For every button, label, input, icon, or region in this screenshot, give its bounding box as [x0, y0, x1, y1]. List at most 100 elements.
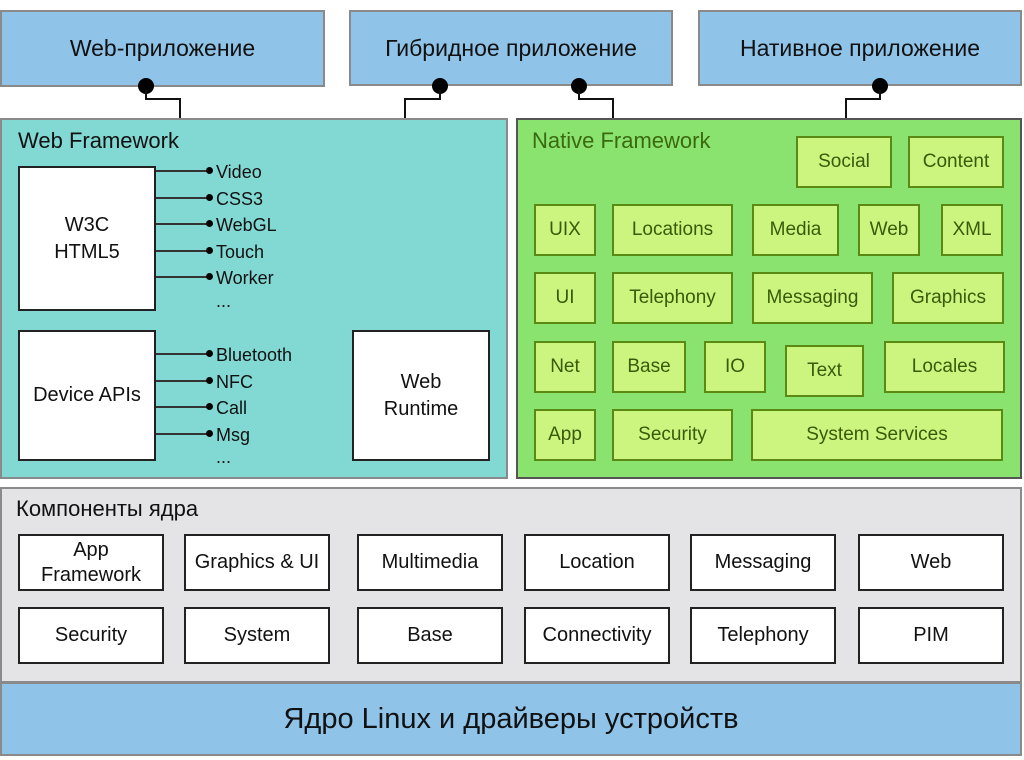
bullet-dot — [206, 273, 213, 280]
native-framework-title: Native Framework — [532, 128, 711, 153]
core-component-label: System — [223, 624, 291, 646]
core-component-label: PIM — [913, 624, 949, 646]
web-runtime-line2: Runtime — [383, 397, 459, 420]
bullet-dot — [206, 246, 213, 254]
feature-label: Video — [216, 162, 262, 182]
linux-kernel-label: Ядро Linux и драйверы устройств — [283, 702, 739, 735]
native-module-box: Net — [534, 341, 596, 393]
core-component-box: Web — [858, 534, 1004, 591]
core-component-label: App — [73, 538, 109, 561]
feature-label: WebGL — [216, 215, 277, 235]
core-component-box: Messaging — [690, 534, 836, 591]
connector-line — [404, 98, 441, 100]
device-apis-label: Device APIs — [33, 384, 141, 406]
hybrid-app-box: Гибридное приложение — [349, 10, 673, 86]
connector-line — [578, 98, 614, 100]
native-module-box: Web — [858, 204, 920, 256]
connector-line — [612, 98, 614, 118]
hybrid-app-label: Гибридное приложение — [385, 34, 637, 61]
core-component-box: Connectivity — [524, 607, 670, 664]
native-module-box: System Services — [751, 409, 1003, 461]
core-component-box: App Framework — [18, 534, 164, 591]
native-module-label: Media — [769, 219, 822, 240]
web-runtime-box: Web Runtime — [352, 330, 490, 461]
native-module-label: Messaging — [766, 287, 859, 308]
core-component-box: Telephony — [690, 607, 836, 664]
linux-kernel-box: Ядро Linux и драйверы устройств — [0, 682, 1022, 756]
core-component-label: Telephony — [717, 624, 809, 646]
bullet-dot — [206, 220, 213, 227]
native-module-box: Locations — [612, 204, 733, 256]
native-module-box: Graphics — [892, 272, 1004, 324]
native-module-label: Social — [818, 151, 870, 172]
connector-line — [156, 379, 208, 382]
native-module-box: XML — [941, 204, 1003, 256]
feature-label: ... — [216, 447, 232, 467]
web-framework-title: Web Framework — [18, 128, 179, 153]
core-component-box: System — [184, 607, 330, 664]
native-module-label: Graphics — [909, 287, 987, 308]
connector-line — [145, 98, 181, 100]
native-module-box: IO — [704, 341, 766, 393]
native-module-box: App — [534, 409, 596, 461]
connector-line — [156, 170, 208, 172]
core-component-label: Web — [910, 551, 952, 573]
native-module-box: Telephony — [612, 272, 733, 324]
feature-label: Touch — [216, 241, 265, 262]
native-module-label: UI — [555, 287, 575, 308]
native-app-label: Нативное приложение — [740, 34, 980, 61]
core-component-label: Graphics & UI — [194, 551, 320, 573]
core-component-label: Security — [54, 624, 128, 646]
feature-label: Call — [216, 398, 248, 418]
native-module-label: App — [548, 424, 582, 445]
native-module-label: Text — [807, 360, 842, 381]
feature-label: NFC — [216, 371, 253, 392]
bullet-dot — [206, 350, 213, 357]
connector-line — [156, 223, 208, 225]
web-app-box: Web-приложение — [0, 10, 325, 87]
core-component-label: Base — [407, 624, 453, 646]
core-component-box: Multimedia — [357, 534, 503, 591]
native-module-label: Telephony — [629, 287, 716, 308]
native-module-label: Security — [638, 424, 707, 445]
native-app-box: Нативное приложение — [698, 10, 1022, 86]
core-component-label: Location — [559, 551, 635, 573]
connector-line — [156, 249, 208, 252]
core-component-box: Base — [357, 607, 503, 664]
native-module-label: Base — [627, 356, 671, 377]
connector-line — [404, 98, 406, 118]
feature-label: CSS3 — [216, 188, 264, 209]
native-module-box: Locales — [884, 341, 1005, 393]
native-module-box: UI — [534, 272, 596, 324]
feature-label: Worker — [216, 268, 274, 288]
native-module-box: Media — [752, 204, 839, 256]
core-component-box: Location — [524, 534, 670, 591]
w3c-html5-box: W3C HTML5 — [18, 166, 156, 311]
core-component-box: Graphics & UI — [184, 534, 330, 591]
bullet-dot — [206, 193, 213, 201]
native-module-box: Security — [612, 409, 733, 461]
w3c-label: W3C — [64, 213, 110, 236]
connector-line — [156, 196, 208, 199]
web-runtime-line1: Web — [400, 370, 442, 393]
native-module-box: Messaging — [752, 272, 873, 324]
bullet-dot — [206, 167, 213, 174]
core-component-box: Security — [18, 607, 164, 664]
connector-line — [179, 98, 181, 118]
web-app-label: Web-приложение — [69, 35, 256, 61]
native-module-box: Base — [612, 341, 686, 393]
connector-line — [845, 98, 847, 118]
core-component-label: Multimedia — [381, 551, 479, 573]
core-components-title: Компоненты ядра — [16, 496, 199, 521]
core-component-label: Messaging — [714, 551, 812, 573]
native-module-box: Content — [908, 136, 1004, 188]
native-module-label: Content — [922, 151, 990, 172]
feature-label: ... — [216, 290, 232, 311]
connector-line — [845, 98, 881, 100]
bullet-dot — [206, 429, 213, 437]
native-module-label: Web — [869, 219, 909, 240]
feature-label: Msg — [216, 424, 251, 445]
native-module-label: Net — [550, 356, 580, 377]
connector-line — [156, 406, 208, 408]
native-module-box: UIX — [534, 204, 596, 256]
